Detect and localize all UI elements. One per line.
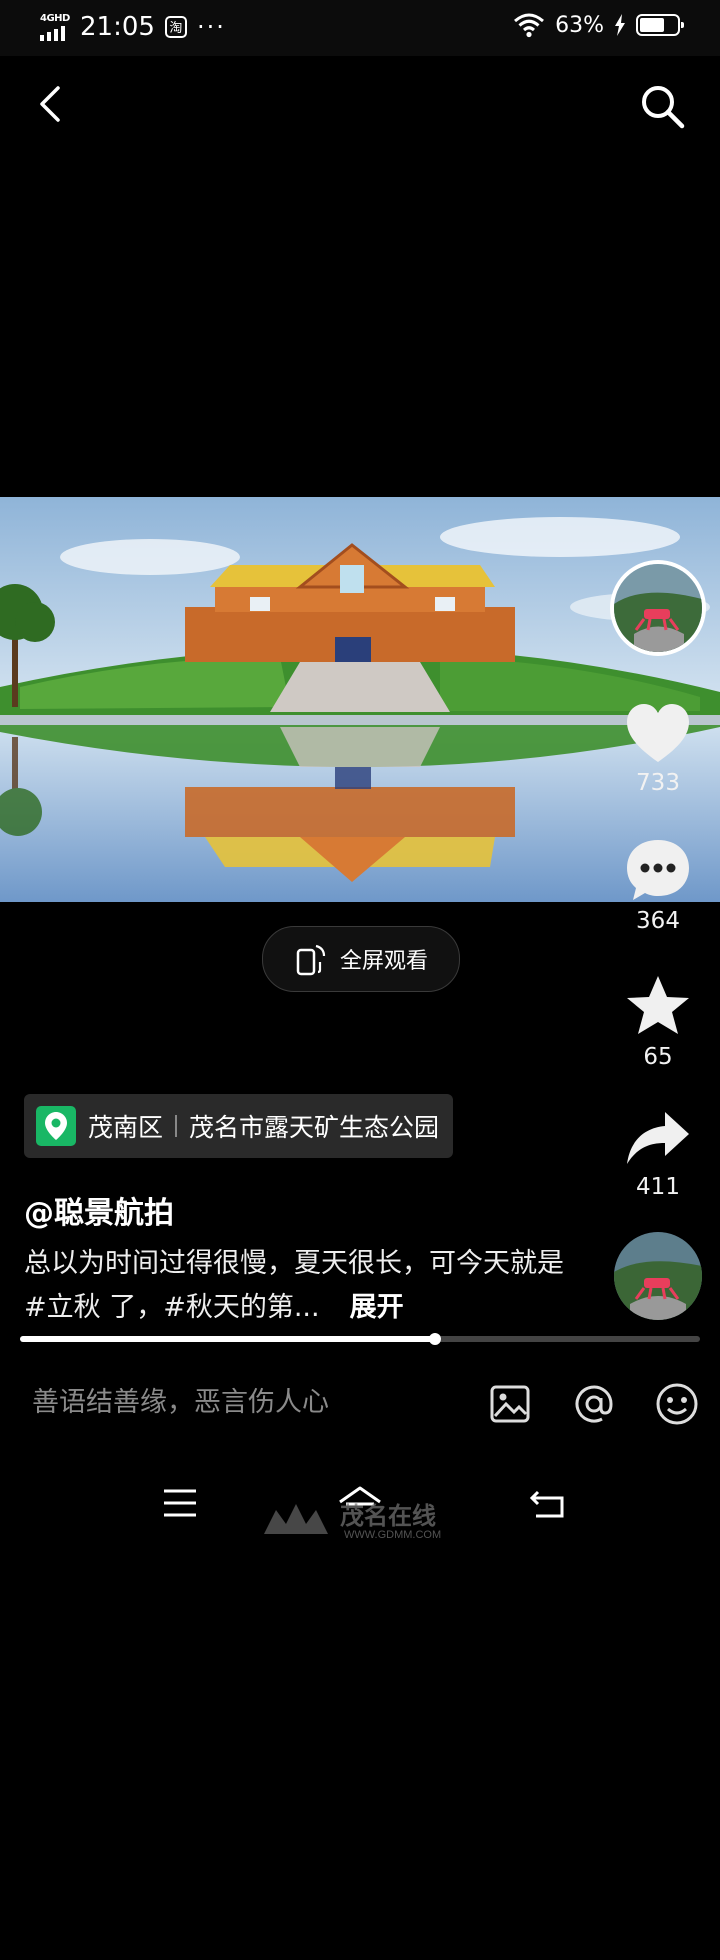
like-count: 733 — [636, 770, 680, 796]
location-pin-icon — [36, 1106, 76, 1146]
author-avatar[interactable] — [610, 560, 706, 656]
watermark-url: WWW.GDMM.COM — [344, 1529, 441, 1540]
mention-at-icon[interactable] — [572, 1382, 616, 1426]
heart-icon — [627, 704, 689, 762]
location-tag[interactable]: 茂南区 茂名市露天矿生态公园 — [24, 1094, 454, 1158]
fullscreen-label: 全屏观看 — [339, 949, 428, 974]
comment-bubble-icon — [627, 840, 689, 900]
comment-count: 364 — [636, 908, 680, 934]
cellular-signal-icon: 4GHD — [40, 13, 70, 41]
share-button[interactable]: 411 — [608, 1108, 708, 1200]
watermark-brand: 茂名在线 — [340, 1502, 436, 1530]
rotate-phone-icon — [296, 944, 326, 976]
author-name[interactable]: @聪景航拍 — [24, 1188, 174, 1232]
emoji-icon[interactable] — [655, 1382, 699, 1426]
location-place: 茂名市露天矿生态公园 — [189, 1113, 440, 1142]
location-divider — [175, 1115, 178, 1137]
battery-percent: 63% — [555, 12, 604, 38]
taobao-icon: 淘 — [164, 16, 187, 38]
charging-icon — [615, 14, 625, 36]
description-text: 总以为时间过得很慢，夏天很长，可今天就是#立秋 了，#秋天的第... — [24, 1248, 564, 1323]
fullscreen-button[interactable]: 全屏观看 — [262, 926, 460, 992]
back-nav-icon[interactable] — [528, 1486, 568, 1520]
share-count: 411 — [636, 1174, 680, 1200]
favorite-count: 65 — [643, 1044, 673, 1070]
status-bar: 4GHD 21:05 淘 ··· 63% — [0, 0, 720, 56]
wifi-icon — [514, 13, 545, 38]
progress-handle[interactable] — [428, 1333, 441, 1345]
comment-input[interactable]: 善语结善缘，恶言伤人心 — [32, 1380, 329, 1419]
clock: 21:05 — [80, 12, 155, 42]
comment-button[interactable]: 364 — [608, 838, 708, 934]
star-icon — [627, 976, 689, 1034]
video-progress-bar[interactable] — [20, 1333, 700, 1345]
back-arrow-icon[interactable] — [30, 82, 74, 126]
battery-icon — [636, 14, 684, 36]
more-notifications-icon: ··· — [196, 13, 226, 41]
share-arrow-icon — [627, 1112, 689, 1164]
search-icon[interactable] — [638, 82, 686, 130]
post-description: 总以为时间过得很慢，夏天很长，可今天就是#立秋 了，#秋天的第... 展开 — [24, 1242, 584, 1330]
progress-played — [20, 1336, 435, 1342]
expand-button[interactable]: 展开 — [350, 1292, 404, 1323]
menu-icon[interactable] — [162, 1488, 198, 1518]
like-button[interactable]: 733 — [608, 702, 708, 796]
site-watermark: 茂名在线 WWW.GDMM.COM — [262, 1494, 462, 1541]
location-district: 茂南区 — [88, 1113, 164, 1142]
music-disc-avatar[interactable] — [614, 1232, 702, 1320]
image-picker-icon[interactable] — [488, 1382, 532, 1426]
favorite-button[interactable]: 65 — [608, 974, 708, 1070]
